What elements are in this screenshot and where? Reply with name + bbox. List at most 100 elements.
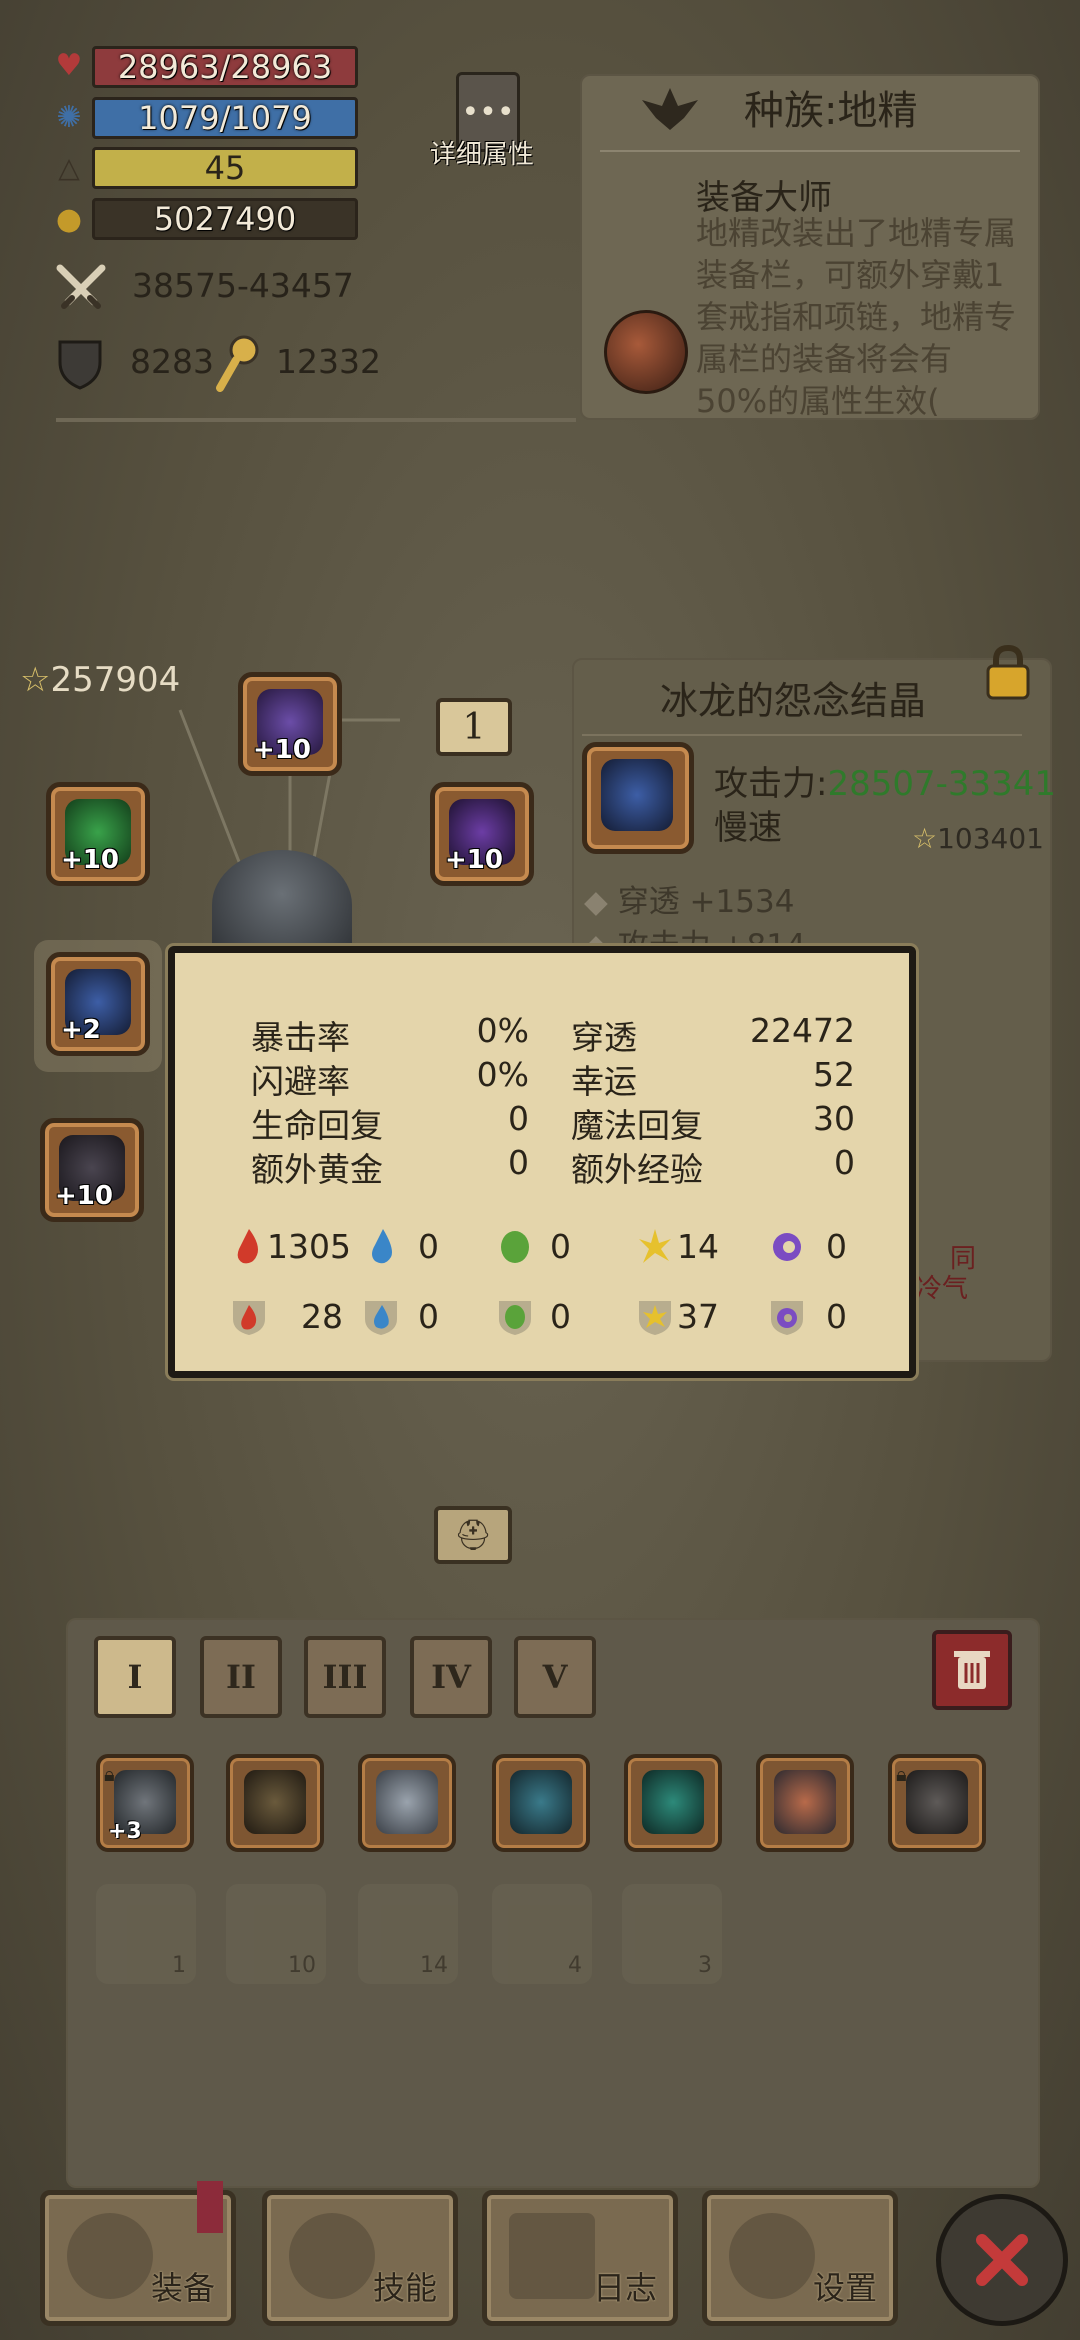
item-icon-slot (582, 742, 694, 854)
divider (56, 418, 576, 422)
wind-attack-value: 0 (550, 1227, 571, 1266)
equip-slot-armor[interactable]: +10 (430, 782, 534, 886)
log-icon (509, 2213, 595, 2299)
equip-slot-gloves[interactable]: +10 (46, 782, 150, 886)
slot-number-badge: 1 (436, 698, 512, 756)
mp-regen-value: 30 (813, 1099, 855, 1138)
equip-slot-boots[interactable]: +10 (40, 1118, 144, 1222)
crit-rate-label: 暴击率 (251, 1018, 350, 1057)
inventory-item-4[interactable] (492, 1754, 590, 1852)
mp-regen-label: 魔法回复 (571, 1106, 703, 1145)
tab-4[interactable]: IV (410, 1636, 492, 1718)
skill-icon (604, 310, 688, 394)
equip-slot-helmet[interactable]: +10 (238, 672, 342, 776)
mp-bar: 1079/1079 (92, 97, 358, 139)
penetration-value: 22472 (750, 1011, 855, 1050)
tab-1[interactable]: I (94, 1636, 176, 1718)
trash-button[interactable] (932, 1630, 1012, 1710)
equip-score: ☆257904 (20, 660, 181, 700)
race-skill-description: 地精改装出了地精专属装备栏，可额外穿戴1套戒指和项链，地精专属栏的装备将会有50… (696, 214, 1016, 420)
nav-equip[interactable]: 装备 (40, 2181, 236, 2326)
helmet-icon: ⛑ (453, 1517, 493, 1553)
dodge-rate-value: 0% (476, 1055, 529, 1094)
trash-icon (954, 1651, 990, 1689)
nav-log[interactable]: 日志 (482, 2190, 678, 2326)
hp-regen-value: 0 (508, 1099, 529, 1138)
fire-resist-icon (233, 1301, 265, 1335)
inventory-item-1[interactable]: 🔒︎ +3 (96, 1754, 194, 1852)
consumable-2[interactable]: 10 (226, 1884, 326, 1984)
shield-icon (56, 336, 104, 390)
level-bar: 45 (92, 147, 358, 189)
item-icon (601, 759, 673, 831)
race-emblem-icon (640, 84, 700, 134)
tab-5[interactable]: V (514, 1636, 596, 1718)
water-resist-value: 0 (418, 1297, 439, 1336)
item-score: ☆103401 (912, 822, 1044, 855)
equip-icon (67, 2213, 153, 2299)
wind-resist-value: 0 (550, 1297, 571, 1336)
extra-gold-label: 额外黄金 (251, 1150, 383, 1189)
lock-icon: 🔒︎ (104, 1762, 115, 1786)
tab-3[interactable]: III (304, 1636, 386, 1718)
nav-skills[interactable]: 技能 (262, 2190, 458, 2326)
equip-slot-weapon[interactable]: +2 (46, 952, 150, 1056)
light-resist-value: 37 (677, 1297, 719, 1336)
dark-resist-value: 0 (826, 1297, 847, 1336)
fire-attack-value: 1305 (267, 1227, 351, 1266)
details-label: 详细属性 (430, 140, 535, 170)
hp-bar: 28963/28963 (92, 46, 358, 88)
consumable-4[interactable]: 4 (492, 1884, 592, 1984)
extra-exp-label: 额外经验 (571, 1150, 703, 1189)
fire-attack-icon (237, 1229, 258, 1264)
character-portrait (212, 850, 352, 960)
more-icon: ••• (461, 94, 515, 130)
tab-2[interactable]: II (200, 1636, 282, 1718)
light-attack-value: 14 (677, 1227, 719, 1266)
item-name: 冰龙的怨念结晶 (660, 679, 927, 723)
fire-resist-value: 28 (301, 1297, 343, 1336)
luck-label: 幸运 (571, 1062, 637, 1101)
crit-rate-value: 0% (476, 1011, 529, 1050)
inventory-item-6[interactable] (756, 1754, 854, 1852)
toggle-helmet-button[interactable]: ⛑ (434, 1506, 512, 1564)
close-button[interactable] (936, 2194, 1068, 2326)
mana-icon: ✺ (56, 99, 82, 135)
extra-gold-value: 0 (508, 1143, 529, 1182)
magic-defense-value: 12332 (276, 342, 381, 381)
lock-icon: 🔒︎ (896, 1762, 907, 1786)
close-icon (976, 2234, 1028, 2286)
water-attack-value: 0 (418, 1227, 439, 1266)
inventory-item-7[interactable]: 🔒︎ (888, 1754, 986, 1852)
settings-icon (729, 2213, 815, 2299)
heart-icon: ♥ (55, 47, 83, 83)
bookmark-icon (197, 2181, 223, 2233)
extra-exp-value: 0 (834, 1143, 855, 1182)
consumable-5[interactable]: 3 (622, 1884, 722, 1984)
detail-stats-popup: 暴击率 0% 穿透 22472 闪避率 0% 幸运 52 生命回复 0 魔法回复… (168, 946, 916, 1378)
skills-icon (289, 2213, 375, 2299)
inventory-item-3[interactable] (358, 1754, 456, 1852)
item-attack: 攻击力:28507-33341 (714, 764, 1057, 804)
dodge-rate-label: 闪避率 (251, 1062, 350, 1101)
luck-value: 52 (813, 1055, 855, 1094)
inventory-item-5[interactable] (624, 1754, 722, 1852)
defense-value: 8283 (130, 342, 214, 381)
level-icon: △ (58, 150, 80, 184)
consumable-3[interactable]: 14 (358, 1884, 458, 1984)
item-attr-1: ◆ 穿透 +1534 (584, 884, 795, 920)
attack-value: 38575-43457 (132, 266, 354, 305)
inventory-item-2[interactable] (226, 1754, 324, 1852)
star-icon: ☆ (912, 822, 938, 855)
race-divider (600, 150, 1020, 152)
sword-icon (54, 262, 108, 316)
gold-bar: 5027490 (92, 198, 358, 240)
dark-attack-value: 0 (826, 1227, 847, 1266)
gold-icon: ● (55, 201, 83, 237)
star-icon: ☆ (20, 660, 51, 700)
consumable-1[interactable]: 1 (96, 1884, 196, 1984)
item-speed: 慢速 (714, 808, 782, 848)
lock-icon[interactable] (984, 644, 1032, 702)
race-title: 种族:地精 (744, 88, 918, 134)
nav-settings[interactable]: 设置 (702, 2190, 898, 2326)
